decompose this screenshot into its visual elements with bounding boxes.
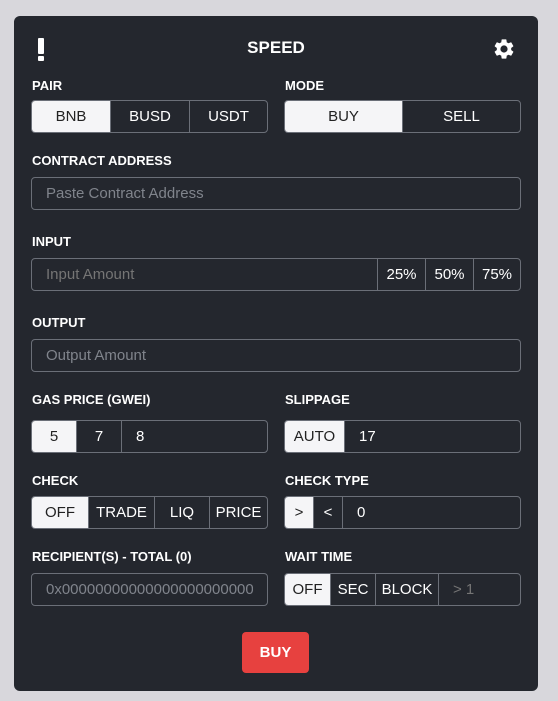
gas-option-5[interactable]: 5 bbox=[32, 421, 76, 452]
slippage-selector: AUTO 17 bbox=[284, 420, 521, 453]
percent-25-button[interactable]: 25% bbox=[377, 259, 425, 290]
wait-option-block[interactable]: BLOCK bbox=[375, 574, 438, 605]
mode-label: MODE bbox=[285, 78, 324, 93]
mode-selector: BUY SELL bbox=[284, 100, 521, 133]
check-label: CHECK bbox=[32, 473, 79, 488]
check-type-value-input[interactable]: 0 bbox=[342, 497, 520, 528]
gas-option-7[interactable]: 7 bbox=[76, 421, 121, 452]
input-label: INPUT bbox=[32, 234, 71, 249]
gas-custom-input[interactable]: 8 bbox=[121, 421, 267, 452]
wait-time-input[interactable] bbox=[439, 574, 520, 605]
input-amount-field[interactable] bbox=[32, 259, 377, 290]
output-field bbox=[31, 339, 521, 372]
mode-option-sell[interactable]: SELL bbox=[402, 101, 520, 132]
gas-price-label: GAS PRICE (GWEI) bbox=[32, 392, 151, 407]
input-group: 25% 50% 75% bbox=[31, 258, 521, 291]
input-amount-wrapper bbox=[32, 259, 377, 290]
page-title: SPEED bbox=[247, 38, 305, 57]
output-label: OUTPUT bbox=[32, 315, 86, 330]
check-type-less-button[interactable]: < bbox=[313, 497, 342, 528]
wait-time-value-wrapper bbox=[438, 574, 520, 605]
pair-selector: BNB BUSD USDT bbox=[31, 100, 268, 133]
check-option-off[interactable]: OFF bbox=[32, 497, 88, 528]
slippage-auto-button[interactable]: AUTO bbox=[285, 421, 344, 452]
pair-label: PAIR bbox=[32, 78, 63, 93]
mode-option-buy[interactable]: BUY bbox=[285, 101, 402, 132]
wait-option-sec[interactable]: SEC bbox=[330, 574, 375, 605]
check-option-liq[interactable]: LIQ bbox=[154, 497, 209, 528]
check-type-greater-button[interactable]: > bbox=[285, 497, 313, 528]
recipients-input[interactable] bbox=[32, 574, 267, 605]
wait-option-off[interactable]: OFF bbox=[285, 574, 330, 605]
gear-icon[interactable] bbox=[492, 37, 516, 61]
check-type-selector: > < 0 bbox=[284, 496, 521, 529]
pair-option-bnb[interactable]: BNB bbox=[32, 101, 110, 132]
recipients-field bbox=[31, 573, 268, 606]
check-selector: OFF TRADE LIQ PRICE bbox=[31, 496, 268, 529]
percent-75-button[interactable]: 75% bbox=[473, 259, 520, 290]
slippage-input[interactable]: 17 bbox=[344, 421, 520, 452]
output-amount-input[interactable] bbox=[32, 340, 520, 371]
slippage-label: SLIPPAGE bbox=[285, 392, 350, 407]
check-option-price[interactable]: PRICE bbox=[209, 497, 267, 528]
recipients-label: RECIPIENT(S) - TOTAL (0) bbox=[32, 549, 192, 564]
pair-option-busd[interactable]: BUSD bbox=[110, 101, 189, 132]
pair-option-usdt[interactable]: USDT bbox=[189, 101, 267, 132]
speed-panel: SPEED PAIR BNB BUSD USDT MODE BUY SELL C… bbox=[14, 16, 538, 691]
buy-button[interactable]: BUY bbox=[242, 632, 309, 673]
percent-50-button[interactable]: 50% bbox=[425, 259, 473, 290]
contract-address-input[interactable] bbox=[32, 178, 520, 209]
gas-price-selector: 5 7 8 bbox=[31, 420, 268, 453]
wait-time-label: WAIT TIME bbox=[285, 549, 353, 564]
check-option-trade[interactable]: TRADE bbox=[88, 497, 154, 528]
check-type-label: CHECK TYPE bbox=[285, 473, 369, 488]
contract-address-label: CONTRACT ADDRESS bbox=[32, 153, 172, 168]
wait-time-selector: OFF SEC BLOCK bbox=[284, 573, 521, 606]
contract-address-field bbox=[31, 177, 521, 210]
